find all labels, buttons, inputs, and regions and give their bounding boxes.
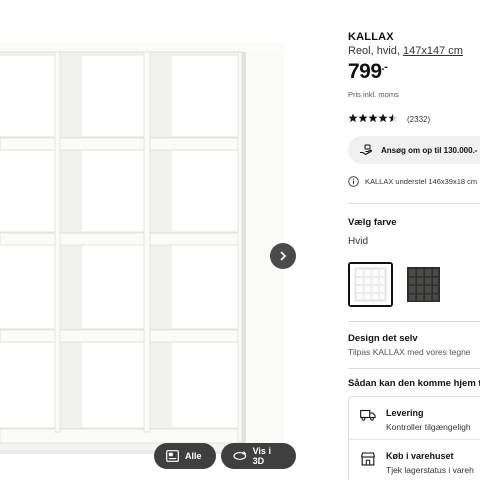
rating-count: (2332): [407, 114, 431, 124]
product-price: 799.-: [348, 60, 388, 84]
divider: [348, 203, 480, 204]
color-section-title: Vælg farve: [348, 217, 397, 228]
view-in-3d-button[interactable]: Vis i 3D: [221, 443, 296, 469]
gallery-icon: [166, 450, 179, 462]
store-pickup-option[interactable]: Køb i varehuset Tjek lagerstatus i vareh: [360, 451, 474, 475]
delivery-option-title: Levering: [386, 408, 424, 418]
rotate-3d-icon: [233, 451, 247, 460]
product-name: KALLAX: [348, 31, 394, 43]
store-icon: [360, 452, 376, 466]
product-image: [0, 42, 290, 454]
store-option-subtitle: Tjek lagerstatus i vareh: [386, 465, 474, 475]
black-shelf-thumbnail: [401, 262, 446, 307]
vat-note: Pris inkl. moms: [348, 90, 399, 99]
delivery-option[interactable]: Levering Kontroller tilgængeligh: [360, 408, 471, 432]
delivery-option-subtitle: Kontroller tilgængeligh: [386, 422, 471, 432]
color-option-white[interactable]: [348, 262, 393, 307]
divider: [349, 439, 480, 440]
product-dimensions-link[interactable]: 147x147 cm: [403, 45, 463, 57]
star-icon: [378, 113, 388, 123]
chevron-right-icon: [280, 251, 286, 261]
delivery-options-card: Levering Kontroller tilgængeligh Køb i v…: [348, 396, 480, 480]
price-main: 799: [348, 60, 382, 83]
store-option-title: Køb i varehuset: [386, 451, 454, 461]
info-icon: [348, 176, 359, 187]
product-info-panel: KALLAX Reol, hvid, 147x147 cm 799.- Pris…: [348, 0, 480, 480]
star-icon: [358, 113, 368, 123]
finance-apply-button[interactable]: Ansøg om op til 130.000.- i: [348, 136, 480, 164]
design-section-subtitle: Tilpas KALLAX med vores tegne: [348, 347, 471, 357]
product-image-gallery: Alle Vis i 3D: [0, 0, 336, 480]
color-option-black[interactable]: [401, 262, 446, 307]
next-image-button[interactable]: [270, 243, 296, 269]
show-all-label: Alle: [185, 451, 202, 461]
view-in-3d-label: Vis i 3D: [252, 446, 271, 466]
star-icon: [348, 113, 358, 123]
divider: [348, 368, 480, 369]
white-shelf-thumbnail: [350, 264, 391, 305]
selected-color: Hvid: [348, 236, 369, 247]
related-product-info: KALLAX understel 146x39x18 cm: [348, 176, 477, 187]
product-description: Reol, hvid, 147x147 cm: [348, 45, 463, 57]
hand-money-icon: [360, 144, 373, 156]
delivery-section-title: Sådan kan den komme hjem t: [348, 378, 480, 389]
related-product-text: KALLAX understel 146x39x18 cm: [365, 177, 478, 186]
rating-stars: [348, 110, 398, 128]
rating[interactable]: (2332): [348, 110, 430, 128]
finance-label: Ansøg om op til 130.000.- i: [381, 145, 480, 155]
star-icon: [388, 113, 398, 123]
truck-icon: [360, 409, 376, 421]
show-all-images-button[interactable]: Alle: [154, 443, 216, 469]
divider: [348, 321, 480, 322]
price-suffix: .-: [381, 61, 388, 73]
design-section-title[interactable]: Design det selv: [348, 333, 418, 344]
star-icon: [368, 113, 378, 123]
